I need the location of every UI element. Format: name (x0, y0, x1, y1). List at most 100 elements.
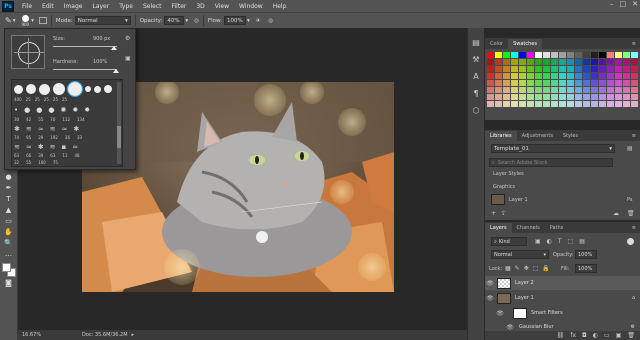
color-swatch[interactable] (583, 73, 590, 79)
lock-artboard-icon[interactable]: ⬚ (533, 265, 539, 272)
color-swatch[interactable] (575, 101, 582, 107)
menu-help[interactable]: Help (268, 3, 292, 10)
color-swatch[interactable] (503, 73, 510, 79)
color-swatch[interactable] (535, 101, 542, 107)
layer-opacity-field[interactable]: 100% (575, 250, 597, 259)
color-swatch[interactable] (519, 101, 526, 107)
filter-name[interactable]: Gaussian Blur (519, 324, 554, 330)
add-mask-icon[interactable]: ◘ (582, 332, 587, 339)
color-swatch[interactable] (543, 73, 550, 79)
visibility-eye-icon[interactable]: 👁 (485, 295, 495, 302)
filter-options-icon[interactable]: ⚙ (631, 324, 635, 330)
character-panel-icon[interactable]: A (472, 72, 481, 81)
color-swatch[interactable] (559, 87, 566, 93)
lock-image-icon[interactable]: ✎ (515, 265, 520, 272)
color-swatch[interactable] (631, 87, 638, 93)
minimize-icon[interactable]: – (610, 0, 614, 8)
layer-row[interactable]: 👁 Smart Filters (485, 306, 640, 320)
history-panel-icon[interactable]: ▤ (472, 38, 481, 47)
size-value[interactable]: 900 px (93, 36, 110, 42)
tab-layers[interactable]: Layers (485, 223, 512, 233)
path-select-tool-icon[interactable]: ▲ (3, 206, 15, 215)
brush-preset-texture[interactable]: ✸ (84, 106, 90, 114)
size-slider[interactable] (53, 46, 117, 47)
menu-layer[interactable]: Layer (87, 3, 114, 10)
layer-name[interactable]: Layer 1 (515, 295, 534, 301)
color-swatch[interactable] (495, 52, 502, 58)
color-swatch[interactable] (487, 73, 494, 79)
color-swatch[interactable] (495, 101, 502, 107)
color-swatch[interactable] (575, 94, 582, 100)
lock-all-icon[interactable]: 🔒 (542, 265, 549, 272)
color-swatch[interactable] (551, 66, 558, 72)
color-swatch[interactable] (623, 66, 630, 72)
tab-swatches[interactable]: Swatches (508, 39, 542, 49)
zoom-level[interactable]: 16.67% (22, 332, 62, 338)
color-swatch[interactable] (535, 59, 542, 65)
brush-picker-chevron-icon[interactable]: ▾ (31, 18, 34, 24)
brush-preset-soft-round[interactable]: ● (48, 106, 54, 114)
color-swatch[interactable] (535, 52, 542, 58)
color-swatch[interactable] (607, 80, 614, 86)
color-swatch[interactable] (607, 73, 614, 79)
brush-preset-texture[interactable]: ≈ (72, 143, 78, 151)
color-swatch[interactable] (567, 80, 574, 86)
layer-name[interactable]: Layer 2 (515, 280, 534, 286)
color-swatch[interactable] (543, 87, 550, 93)
layer-row[interactable]: 👁 Layer 2 (485, 276, 640, 290)
menu-image[interactable]: Image (59, 3, 88, 10)
color-swatch[interactable] (623, 52, 630, 58)
color-swatch[interactable] (551, 73, 558, 79)
close-icon[interactable]: ✕ (632, 0, 638, 8)
brush-preset-texture[interactable]: ≋ (14, 143, 20, 151)
color-swatch[interactable] (551, 87, 558, 93)
panel-menu-icon[interactable]: ≡ (628, 131, 640, 141)
brush-preset-picker[interactable]: 900 (21, 14, 29, 27)
filter-type-icon[interactable]: T (558, 238, 562, 245)
color-swatch[interactable] (543, 80, 550, 86)
color-swatch[interactable] (527, 80, 534, 86)
color-swatch[interactable] (623, 94, 630, 100)
menu-edit[interactable]: Edit (37, 3, 59, 10)
color-swatch[interactable] (599, 80, 606, 86)
color-swatch[interactable] (567, 52, 574, 58)
color-swatch[interactable] (599, 101, 606, 107)
color-swatch[interactable] (551, 101, 558, 107)
brush-preset-texture[interactable]: ≋ (50, 143, 56, 151)
color-swatch[interactable] (551, 52, 558, 58)
hardness-slider[interactable] (53, 69, 117, 70)
properties-panel-icon[interactable]: ⚒ (472, 55, 481, 64)
color-swatch[interactable] (495, 94, 502, 100)
color-swatch[interactable] (631, 94, 638, 100)
color-swatch[interactable] (535, 66, 542, 72)
color-swatch[interactable] (511, 80, 518, 86)
color-swatch[interactable] (519, 94, 526, 100)
brush-preset-texture[interactable]: ≈ (62, 125, 68, 133)
color-swatch[interactable] (519, 73, 526, 79)
color-swatch[interactable] (487, 59, 494, 65)
section-layer-styles[interactable]: Layer Styles (493, 171, 524, 177)
color-swatch[interactable] (607, 87, 614, 93)
color-swatch[interactable] (487, 87, 494, 93)
color-swatch[interactable] (559, 52, 566, 58)
color-swatch[interactable] (599, 94, 606, 100)
color-swatch[interactable] (615, 80, 622, 86)
flow-field[interactable]: 100% (224, 16, 247, 25)
section-graphics[interactable]: Graphics (493, 184, 515, 190)
color-swatch[interactable] (631, 59, 638, 65)
smart-filters-label[interactable]: Smart Filters (531, 310, 563, 316)
lock-position-icon[interactable]: ✥ (524, 265, 529, 272)
color-swatch[interactable] (487, 52, 494, 58)
color-swatch[interactable] (631, 73, 638, 79)
3d-panel-icon[interactable]: ⬡ (472, 106, 481, 115)
color-swatch[interactable] (519, 87, 526, 93)
tool-dropdown-icon[interactable]: ▾ (13, 18, 16, 24)
pressure-size-icon[interactable]: ◎ (268, 18, 273, 24)
color-swatch[interactable] (631, 101, 638, 107)
color-swatch[interactable] (623, 80, 630, 86)
color-swatch[interactable] (559, 66, 566, 72)
color-swatch[interactable] (591, 80, 598, 86)
color-swatch[interactable] (591, 87, 598, 93)
brush-angle-circle[interactable] (18, 42, 40, 64)
color-swatch[interactable] (503, 94, 510, 100)
